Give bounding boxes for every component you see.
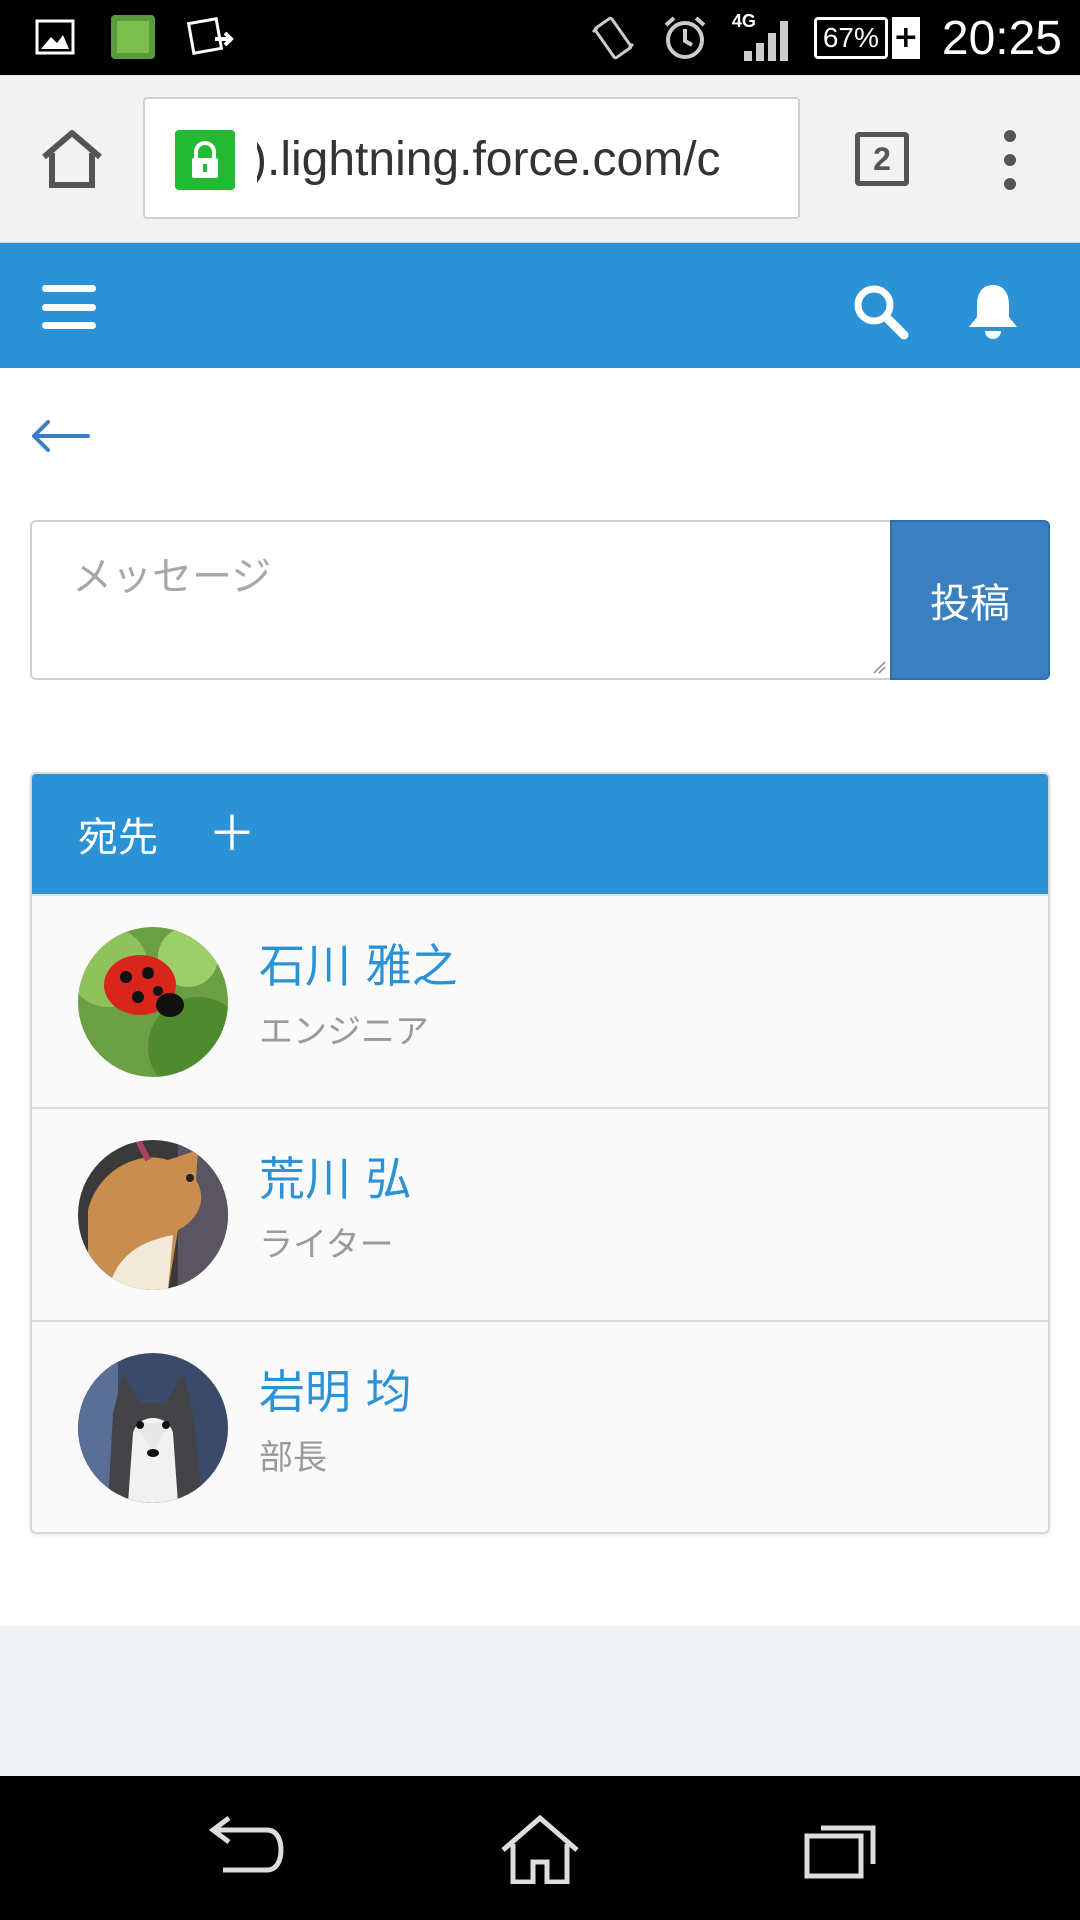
system-nav-bar — [0, 1776, 1080, 1920]
gallery-icon — [30, 12, 80, 62]
charging-icon: + — [891, 17, 920, 59]
status-bar: 4G 67% + 20:25 — [0, 0, 1080, 75]
address-bar[interactable]: ).lightning.force.com/c — [143, 97, 800, 219]
browser-toolbar: ).lightning.force.com/c 2 — [0, 75, 1080, 243]
recipient-row[interactable]: 石川 雅之 エンジニア — [32, 894, 1048, 1107]
tab-switcher-button[interactable]: 2 — [855, 132, 909, 186]
signal-icon: 4G — [731, 11, 792, 63]
url-text: ).lightning.force.com/c — [257, 133, 721, 186]
search-icon[interactable] — [850, 281, 910, 341]
lock-icon — [175, 130, 235, 190]
main-content: メッセージ 投稿 宛先 ＋ 石川 雅之 エンジニア 荒川 弘 ライター 岩明 均… — [0, 368, 1080, 1626]
home-icon[interactable] — [495, 1814, 585, 1885]
avatar — [78, 1353, 228, 1503]
recipient-role: エンジニア — [259, 1012, 429, 1052]
notification-bell-icon[interactable] — [965, 281, 1021, 341]
message-placeholder: メッセージ — [72, 554, 272, 600]
battery-indicator: 67% + — [813, 17, 920, 59]
alarm-icon — [660, 13, 710, 63]
back-arrow-icon[interactable] — [30, 416, 90, 456]
clock: 20:25 — [941, 11, 1062, 65]
recipient-name[interactable]: 荒川 弘 — [259, 1143, 412, 1209]
app-header — [0, 243, 1080, 368]
back-icon[interactable] — [195, 1814, 285, 1884]
recipient-row[interactable]: 岩明 均 部長 — [32, 1320, 1048, 1532]
vibrate-icon — [588, 13, 638, 63]
avatar — [78, 927, 228, 1077]
avatar — [78, 1140, 228, 1290]
recipient-role: ライター — [259, 1225, 394, 1265]
network-type: 4G — [731, 11, 756, 31]
mobile-app-icon — [108, 12, 158, 62]
recipients-title: 宛先 — [78, 815, 158, 861]
recipients-panel: 宛先 ＋ 石川 雅之 エンジニア 荒川 弘 ライター 岩明 均 部長 — [30, 772, 1050, 1534]
resize-grip-icon[interactable] — [872, 660, 886, 674]
recipient-role: 部長 — [259, 1438, 327, 1478]
recipient-name[interactable]: 石川 雅之 — [259, 930, 458, 996]
hamburger-menu-icon[interactable] — [42, 285, 96, 329]
add-recipient-button[interactable]: ＋ — [208, 810, 256, 858]
message-input[interactable]: メッセージ — [30, 520, 890, 680]
screenshot-share-icon — [186, 12, 236, 62]
overflow-menu-icon[interactable] — [990, 130, 1030, 190]
recipient-name[interactable]: 岩明 均 — [259, 1356, 412, 1422]
browser-home-icon[interactable] — [38, 127, 106, 191]
page-footer-area — [0, 1626, 1080, 1776]
battery-level: 67% — [813, 17, 888, 59]
recipients-header: 宛先 ＋ — [32, 774, 1048, 894]
recipient-row[interactable]: 荒川 弘 ライター — [32, 1107, 1048, 1320]
recent-apps-icon[interactable] — [795, 1814, 885, 1884]
post-button[interactable]: 投稿 — [890, 520, 1050, 680]
